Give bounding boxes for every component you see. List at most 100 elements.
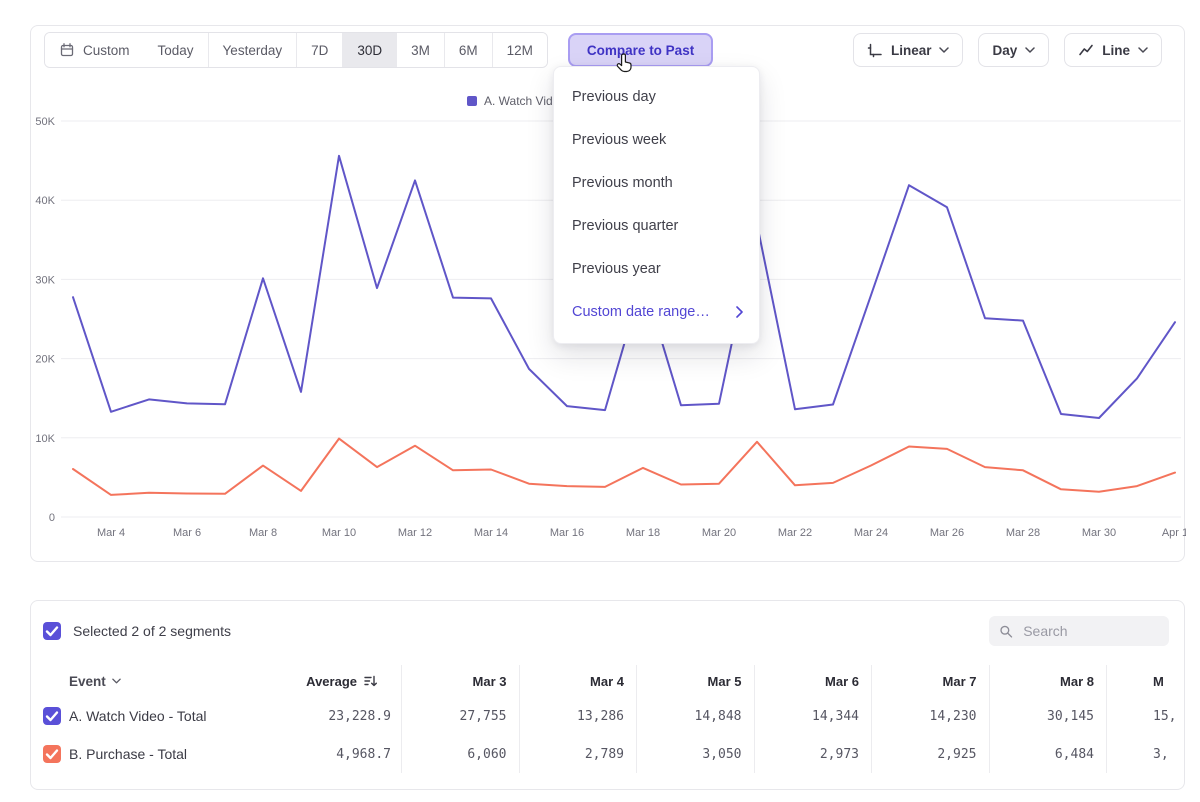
svg-text:Mar 26: Mar 26 [930,527,964,539]
row-value: 2,973 [754,735,872,773]
compare-menu-item-previous-week[interactable]: Previous week [554,118,759,161]
segments-table: Event Average Mar 3Mar 4Mar 5Mar 6Mar 7M… [31,665,1184,773]
date-range-group: Custom TodayYesterday7D30D3M6M12M [44,32,548,68]
line-chart-icon [1078,42,1094,58]
interval-dropdown-label: Day [992,43,1017,58]
svg-text:Mar 24: Mar 24 [854,527,888,539]
custom-range-button[interactable]: Custom [45,33,144,67]
average-header-label: Average [306,674,357,689]
row-checkbox[interactable] [43,745,61,763]
compare-menu-item-previous-day[interactable]: Previous day [554,75,759,118]
calendar-icon [59,42,75,58]
scale-dropdown-button[interactable]: Linear [853,33,964,67]
row-checkbox-cell [43,735,69,773]
row-label: B. Purchase - Total [69,735,291,773]
row-value: 2,789 [519,735,637,773]
range-button-6m[interactable]: 6M [444,33,492,67]
svg-text:Mar 10: Mar 10 [322,527,356,539]
row-checkbox[interactable] [43,707,61,725]
column-header-mar-7: Mar 7 [871,665,989,697]
segments-card: Selected 2 of 2 segments Event Average M… [30,600,1185,790]
svg-text:10K: 10K [35,433,55,445]
column-header-mar-8: Mar 8 [989,665,1107,697]
compare-menu-item-custom-range[interactable]: Custom date range… [554,290,759,333]
legend-swatch [467,96,477,106]
event-header-label: Event [69,674,106,689]
row-average-value: 4,968.7 [291,735,401,773]
svg-text:Apr 1: Apr 1 [1162,527,1186,539]
search-box [989,616,1169,646]
axis-icon [867,42,883,58]
range-button-30d[interactable]: 30D [342,33,396,67]
compare-menu-item-previous-month[interactable]: Previous month [554,161,759,204]
chevron-down-icon [1025,47,1035,53]
row-value: 6,484 [989,735,1107,773]
row-value: 3, [1106,735,1184,773]
column-header-mar-4: Mar 4 [519,665,637,697]
svg-text:Mar 20: Mar 20 [702,527,736,539]
row-label: A. Watch Video - Total [69,697,291,735]
svg-text:30K: 30K [35,274,55,286]
compare-to-past-button[interactable]: Compare to Past [568,33,713,67]
compare-menu-item-previous-year[interactable]: Previous year [554,247,759,290]
row-value: 13,286 [519,697,637,735]
svg-text:Mar 12: Mar 12 [398,527,432,539]
svg-text:Mar 28: Mar 28 [1006,527,1040,539]
row-value: 27,755 [401,697,519,735]
row-value: 14,848 [636,697,754,735]
svg-text:50K: 50K [35,116,55,128]
column-header-mar-6: Mar 6 [754,665,872,697]
check-icon [43,707,61,725]
svg-text:Mar 8: Mar 8 [249,527,277,539]
check-icon [43,745,61,763]
chevron-right-icon [736,306,743,318]
svg-text:Mar 6: Mar 6 [173,527,201,539]
column-header-mar-5: Mar 5 [636,665,754,697]
svg-text:Mar 18: Mar 18 [626,527,660,539]
scale-dropdown-label: Linear [891,43,932,58]
event-column-header[interactable]: Event [69,665,291,697]
toolbar: Custom TodayYesterday7D30D3M6M12M Compar… [44,32,1162,68]
search-icon [999,623,1013,640]
compare-menu-item-previous-quarter[interactable]: Previous quarter [554,204,759,247]
range-button-7d[interactable]: 7D [296,33,342,67]
svg-text:20K: 20K [35,354,55,366]
row-value: 6,060 [401,735,519,773]
svg-text:40K: 40K [35,195,55,207]
chart-type-dropdown-label: Line [1102,43,1130,58]
chevron-down-icon [939,47,949,53]
row-value: 14,344 [754,697,872,735]
selected-count-label: Selected 2 of 2 segments [73,623,231,639]
row-average-value: 23,228.9 [291,697,401,735]
header-spacer-cell [43,665,69,697]
range-button-3m[interactable]: 3M [396,33,444,67]
svg-text:Mar 22: Mar 22 [778,527,812,539]
row-checkbox-cell [43,697,69,735]
svg-text:Mar 30: Mar 30 [1082,527,1116,539]
select-all-checkbox[interactable] [43,622,61,640]
average-column-header[interactable]: Average [291,665,401,697]
custom-range-label: Custom [83,43,130,58]
check-icon [43,622,61,640]
row-value: 14,230 [871,697,989,735]
svg-text:Mar 4: Mar 4 [97,527,125,539]
svg-text:Mar 16: Mar 16 [550,527,584,539]
segments-header: Selected 2 of 2 segments [43,615,1169,647]
sort-descending-icon [363,674,377,688]
row-value: 30,145 [989,697,1107,735]
range-button-yesterday[interactable]: Yesterday [208,33,297,67]
column-header-m: M [1106,665,1184,697]
interval-dropdown-button[interactable]: Day [978,33,1049,67]
svg-text:0: 0 [49,512,55,524]
custom-date-range-label: Custom date range… [572,304,710,320]
row-value: 2,925 [871,735,989,773]
chevron-down-icon [112,678,121,684]
range-button-12m[interactable]: 12M [492,33,547,67]
chevron-down-icon [1138,47,1148,53]
range-button-today[interactable]: Today [144,33,208,67]
chart-options-group: Linear Day Line [853,33,1162,67]
compare-dropdown-menu: Previous dayPrevious weekPrevious monthP… [553,66,760,344]
row-value: 15, [1106,697,1184,735]
search-input[interactable] [1021,622,1159,640]
chart-type-dropdown-button[interactable]: Line [1064,33,1162,67]
